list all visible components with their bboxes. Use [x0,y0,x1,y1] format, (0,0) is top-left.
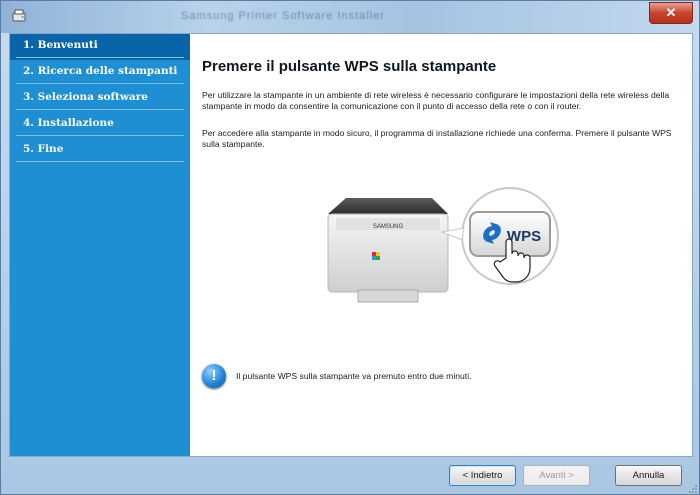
step-item-seleziona-software: 3. Seleziona software [10,86,190,112]
step-item-installazione: 4. Installazione [10,112,190,138]
cancel-button[interactable]: Annulla [615,465,682,486]
back-button[interactable]: < Indietro [449,465,516,486]
intro-paragraph: Per utilizzare la stampante in un ambien… [202,90,670,111]
close-button[interactable]: ✕ [649,2,693,24]
info-icon: ! [202,364,226,388]
content-area: 1. Benvenuti 2. Ricerca delle stampanti … [9,33,693,457]
installer-window: Samsung Printer Software Installer ✕ 1. … [0,0,700,495]
window-title: Samsung Printer Software Installer [181,10,385,22]
step-item-fine: 5. Fine [10,138,190,164]
steps-sidebar: 1. Benvenuti 2. Ricerca delle stampanti … [10,34,190,456]
main-panel: Premere il pulsante WPS sulla stampante … [190,34,692,456]
footer-bar: < Indietro Avanti > Annulla [1,457,699,495]
step-item-benvenuti: 1. Benvenuti [10,34,190,60]
close-icon: ✕ [665,5,677,20]
notice-text: Il pulsante WPS sulla stampante va premu… [236,371,472,381]
printer-brand-label: SAMSUNG [373,224,404,230]
wps-callout: WPS [440,187,559,285]
step-item-ricerca-stampanti: 2. Ricerca delle stampanti [10,60,190,86]
installer-app-icon [12,9,26,22]
page-title: Premere il pulsante WPS sulla stampante [202,58,497,75]
instruction-paragraph: Per accedere alla stampante in modo sicu… [202,128,672,149]
wps-illustration: SAMSUNG WPS [327,187,559,303]
next-button[interactable]: Avanti > [523,465,590,486]
printer-image: SAMSUNG [327,198,449,303]
wps-notice: ! Il pulsante WPS sulla stampante va pre… [202,364,672,398]
title-bar[interactable]: Samsung Printer Software Installer ✕ [1,1,699,33]
resize-grip-icon[interactable] [687,483,697,493]
